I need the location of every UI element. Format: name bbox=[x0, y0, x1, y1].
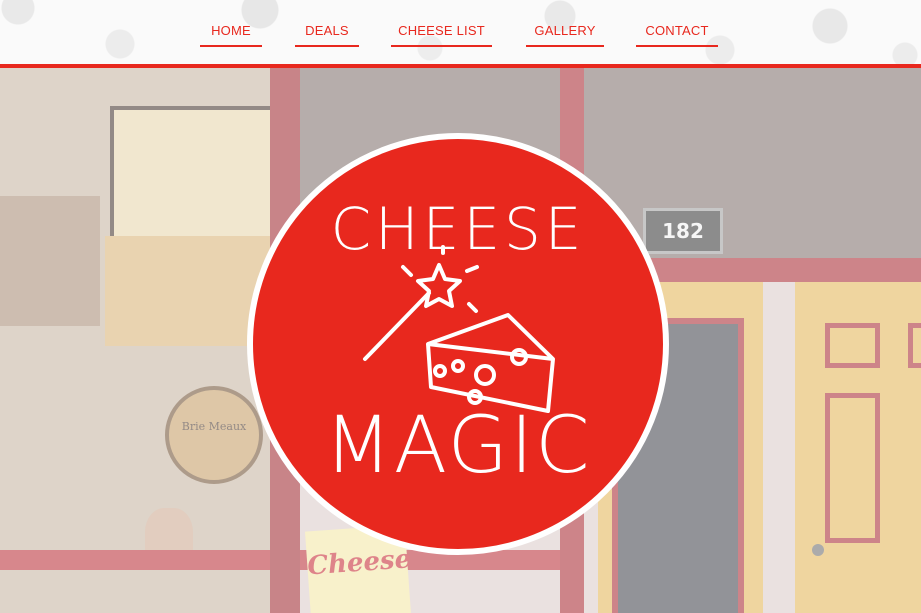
nav-contact[interactable]: CONTACT bbox=[636, 20, 718, 47]
site-header: HOME DEALS CHEESE LIST GALLERY CONTACT bbox=[0, 0, 921, 68]
magic-wand-icon bbox=[363, 245, 479, 361]
main-nav: HOME DEALS CHEESE LIST GALLERY CONTACT bbox=[0, 20, 921, 50]
nav-deals[interactable]: DEALS bbox=[295, 20, 359, 47]
nav-home[interactable]: HOME bbox=[200, 20, 262, 47]
logo-bottom-text: MAGIC bbox=[324, 401, 592, 491]
cheese-magic-logo: CHEESE MAGIC bbox=[247, 133, 669, 555]
cheese-wedge-icon bbox=[426, 313, 555, 413]
nav-cheese-list[interactable]: CHEESE LIST bbox=[391, 20, 492, 47]
nav-gallery[interactable]: GALLERY bbox=[526, 20, 604, 47]
